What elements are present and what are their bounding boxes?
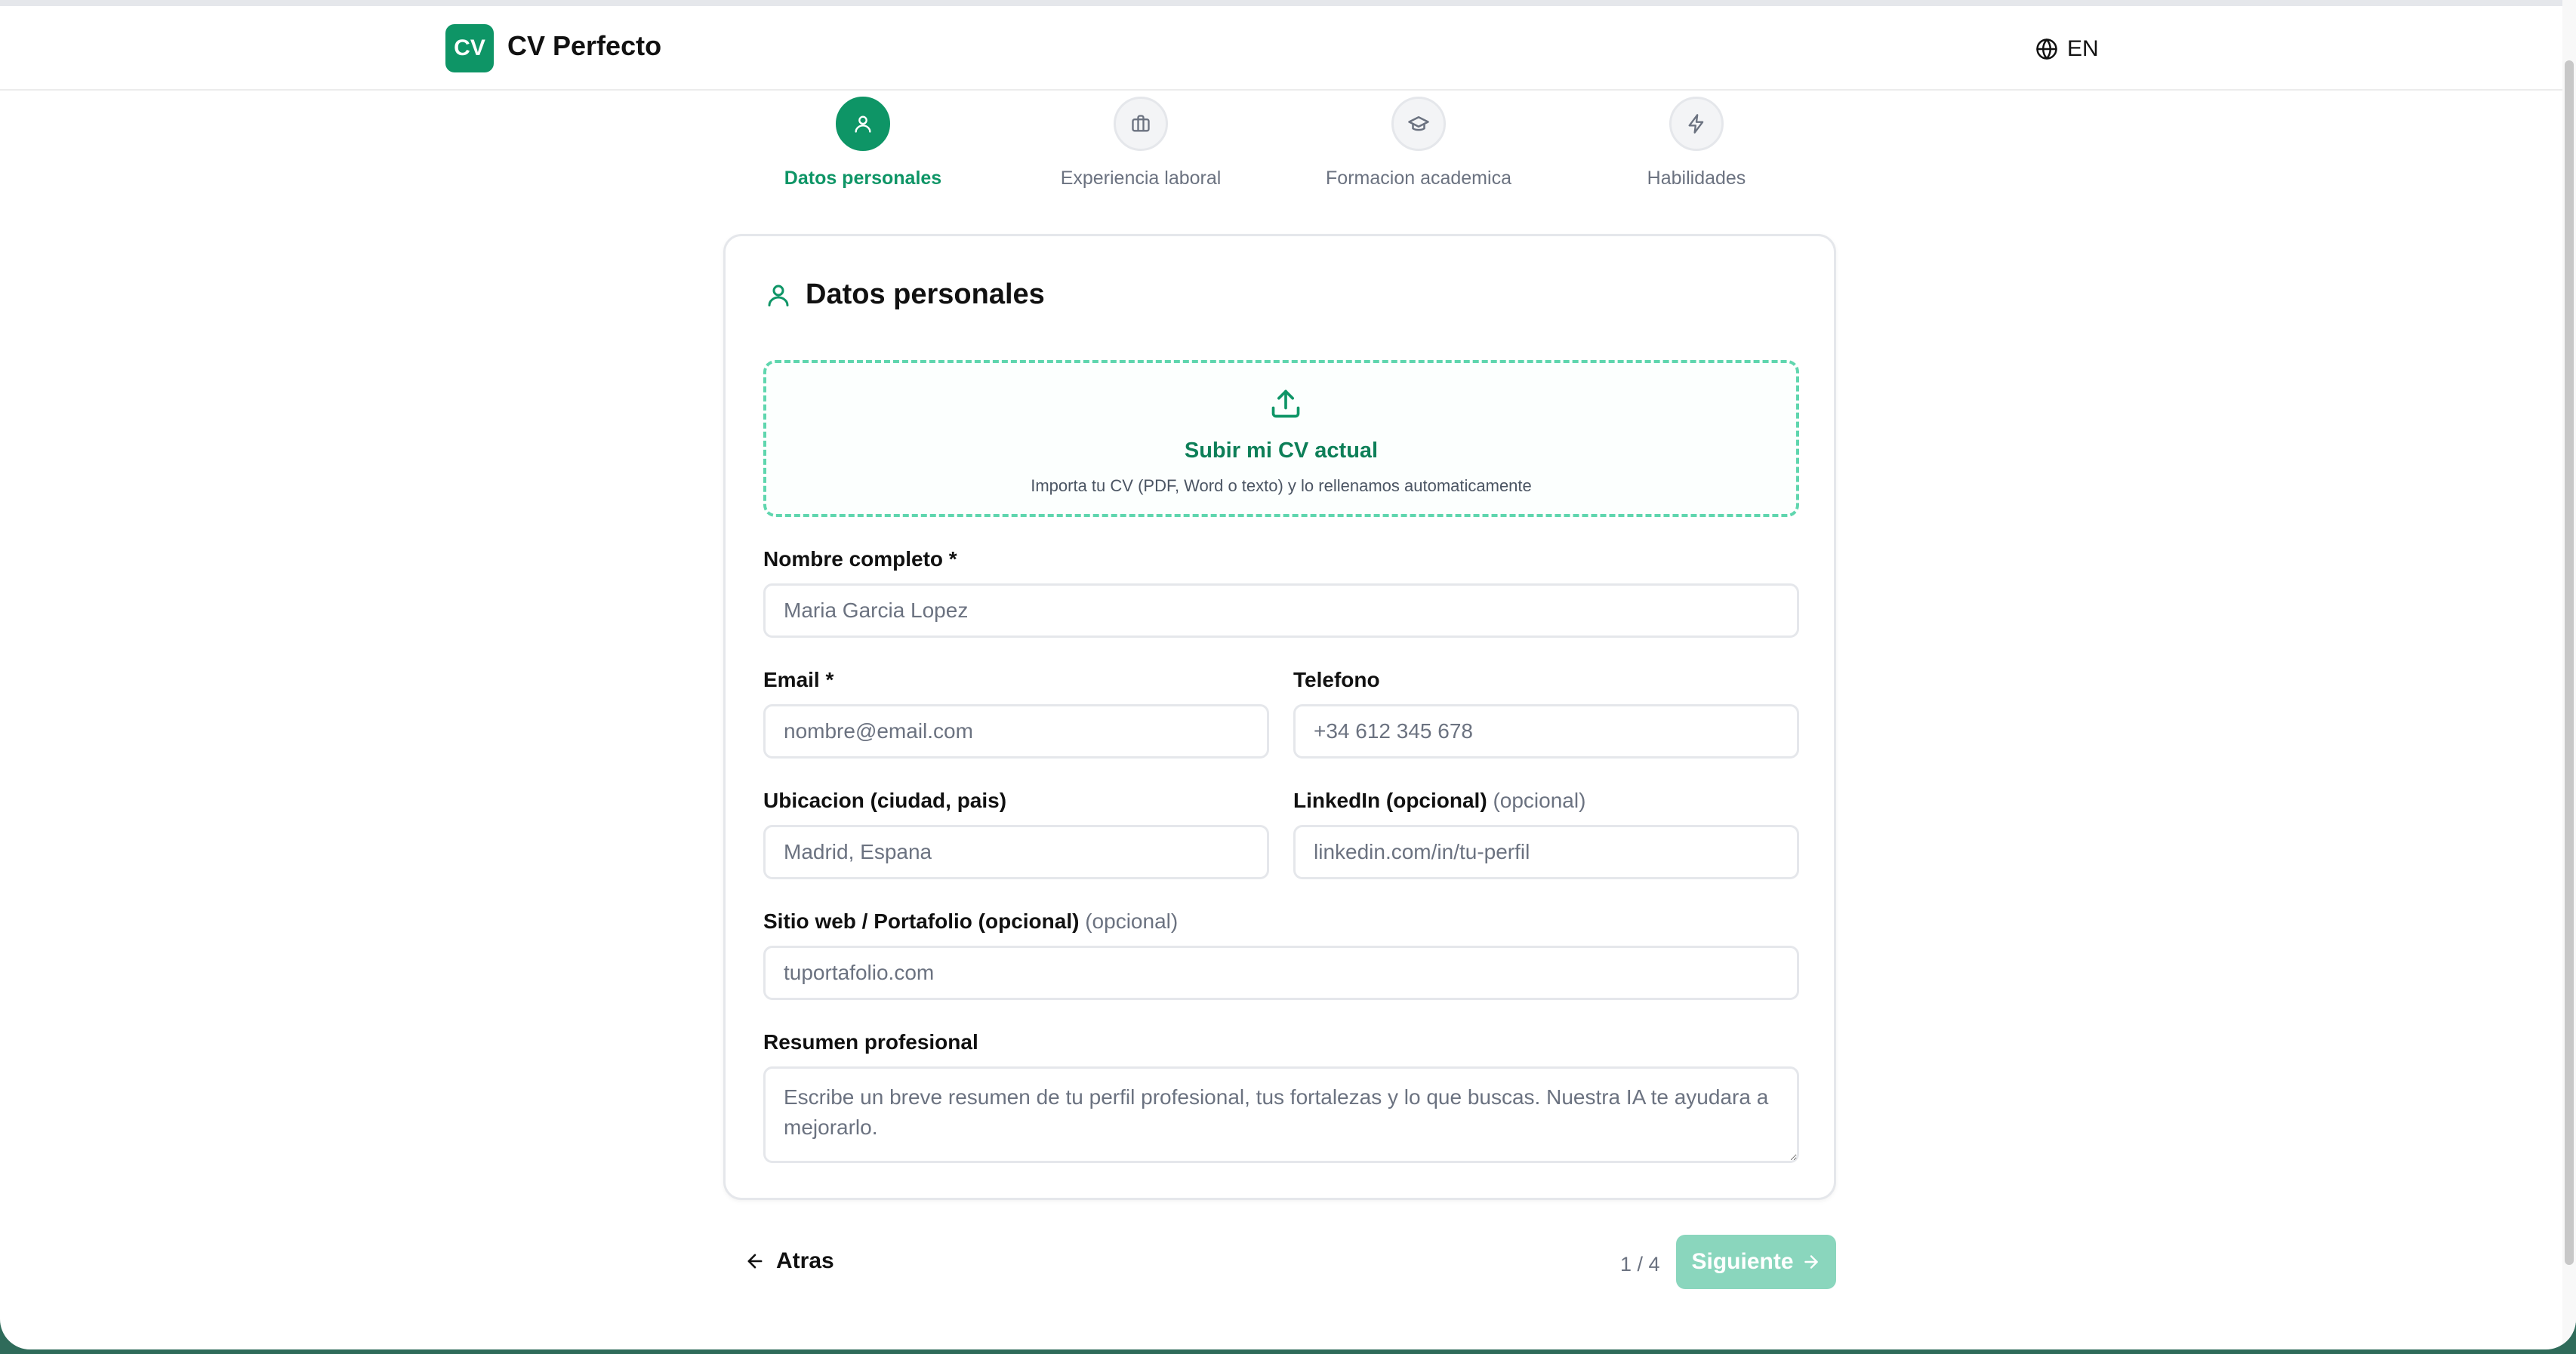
step-circle [1114,97,1168,151]
website-input[interactable] [763,946,1799,1000]
top-border [0,0,2576,6]
step-label: Datos personales [784,168,942,189]
graduation-cap-icon [1408,116,1429,131]
step-counter: 1 / 4 [1620,1253,1660,1276]
location-input[interactable] [763,825,1269,879]
next-label: Siguiente [1691,1249,1794,1274]
personal-data-card: Datos personales Subir mi CV actual Impo… [723,234,1836,1200]
header: CV CV Perfecto EN [0,6,2562,91]
website-label-text: Sitio web / Portafolio (opcional) [763,909,1080,933]
card-header: Datos personales [765,278,1045,311]
globe-icon [2036,38,2057,60]
upload-title: Subir mi CV actual [1184,439,1379,463]
logo[interactable]: CV [445,24,494,72]
phone-input[interactable] [1293,704,1799,759]
summary-label: Resumen profesional [763,1030,978,1054]
next-button[interactable]: Siguiente [1676,1235,1836,1289]
user-icon [768,285,789,306]
arrow-left-icon [747,1254,763,1269]
step-formacion-academica[interactable]: Formacion academica [1298,97,1539,189]
phone-label: Telefono [1293,668,1380,691]
form-navigation: Atras 1 / 4 Siguiente [723,1235,1836,1292]
stepper: Datos personales Experiencia laboral For… [0,97,2576,195]
app-window: CV CV Perfecto EN Datos personales Exper… [0,0,2576,1349]
name-label: Nombre completo * [763,547,957,571]
email-label: Email * [763,668,834,691]
step-circle [836,97,890,151]
briefcase-icon [1132,115,1150,132]
step-datos-personales[interactable]: Datos personales [742,97,984,189]
upload-icon [1271,389,1300,418]
back-button[interactable]: Atras [744,1248,834,1274]
optional-tag: (opcional) [1493,789,1586,812]
card-title: Datos personales [806,278,1045,310]
step-label: Habilidades [1647,168,1746,189]
brand-name[interactable]: CV Perfecto [507,30,661,62]
upload-subtitle: Importa tu CV (PDF, Word o texto) y lo r… [1031,476,1532,495]
step-label: Experiencia laboral [1060,168,1222,189]
step-circle [1669,97,1724,151]
location-label: Ubicacion (ciudad, pais) [763,789,1007,812]
step-habilidades[interactable]: Habilidades [1576,97,1817,189]
language-label: EN [2067,36,2099,61]
upload-cv-dropzone[interactable]: Subir mi CV actual Importa tu CV (PDF, W… [763,360,1799,517]
arrow-right-icon [1804,1255,1818,1269]
scrollbar-thumb[interactable] [2565,60,2574,1265]
professional-summary-textarea[interactable] [763,1066,1799,1163]
linkedin-input[interactable] [1293,825,1799,879]
website-label: Sitio web / Portafolio (opcional) (opcio… [763,909,1178,934]
back-label: Atras [776,1248,834,1273]
linkedin-label: LinkedIn (opcional) (opcional) [1293,789,1585,813]
optional-tag: (opcional) [1085,909,1179,933]
language-switcher[interactable]: EN [2035,36,2099,62]
linkedin-label-text: LinkedIn (opcional) [1293,789,1487,812]
full-name-input[interactable] [763,583,1799,638]
step-experiencia-laboral[interactable]: Experiencia laboral [1020,97,1262,189]
step-circle [1391,97,1446,151]
email-input[interactable] [763,704,1269,759]
step-label: Formacion academica [1326,168,1511,189]
lightning-icon [1688,114,1704,134]
user-icon [855,115,871,133]
